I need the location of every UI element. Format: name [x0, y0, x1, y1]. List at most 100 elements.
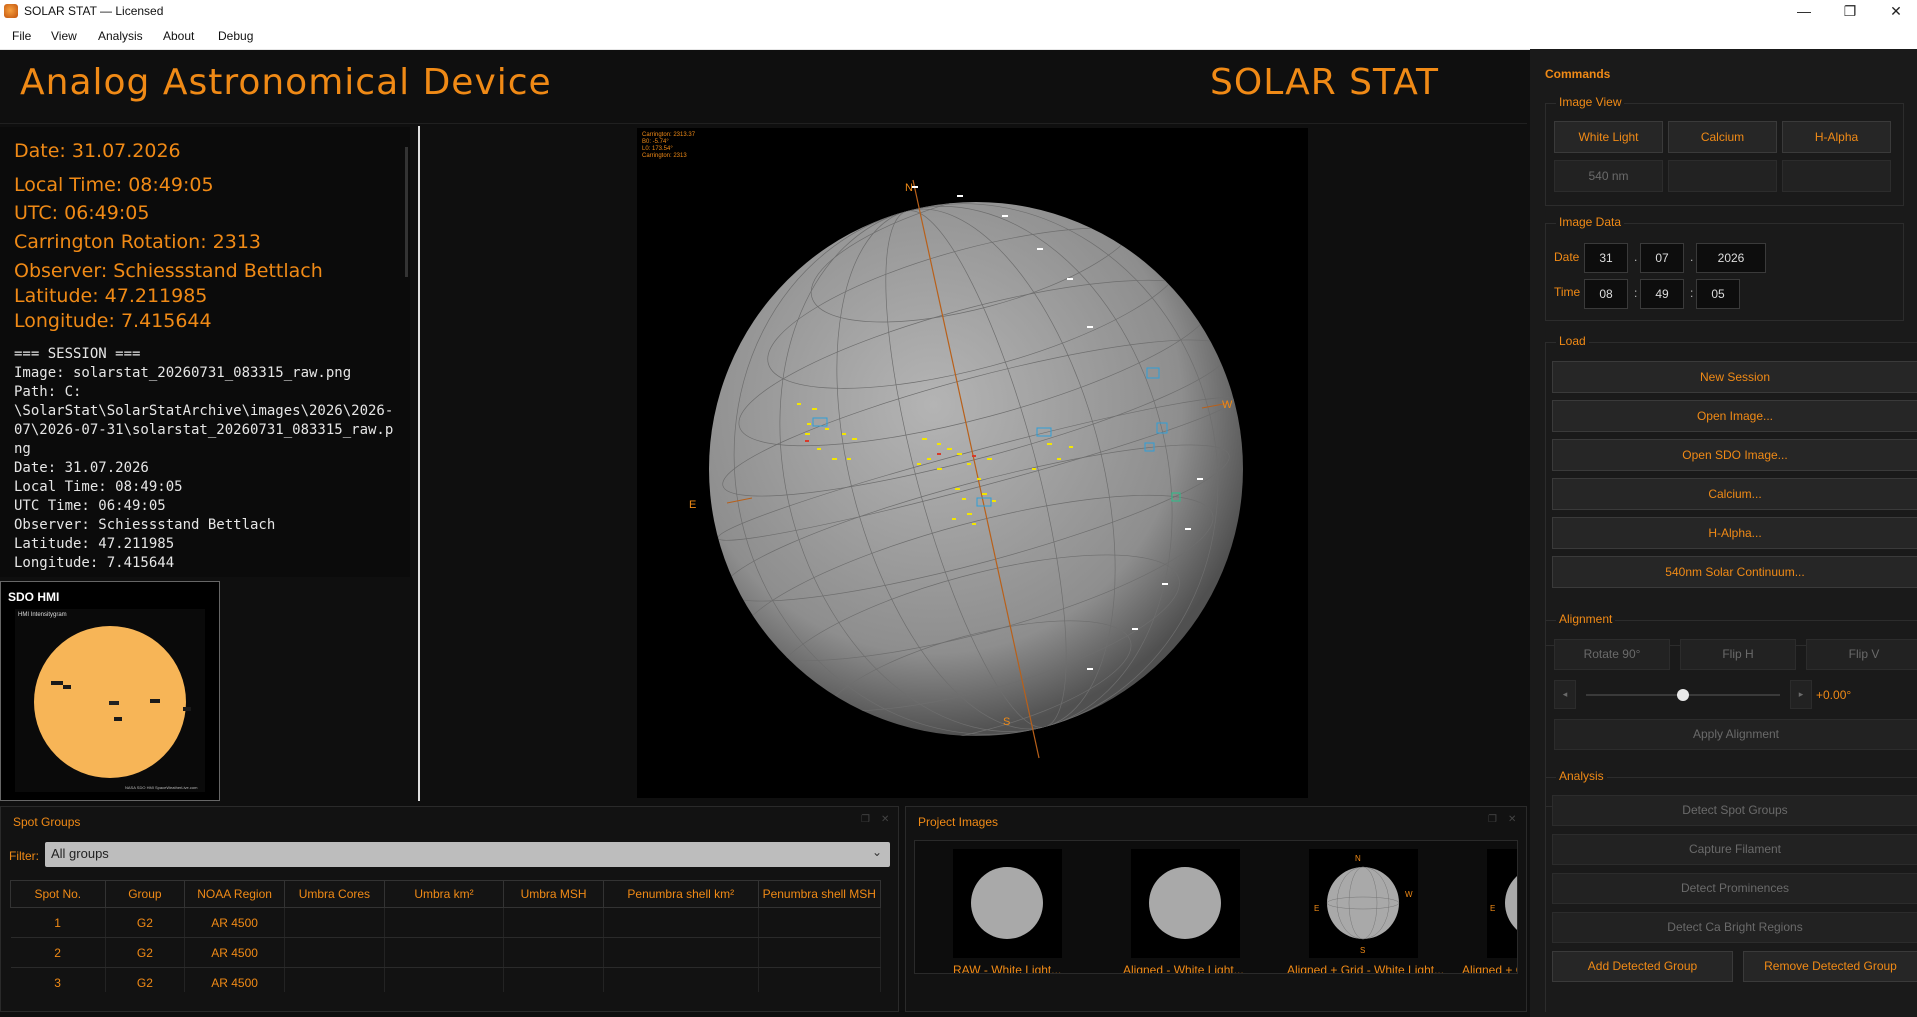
col-spot-no[interactable]: Spot No.: [10, 880, 106, 908]
calcium-view-button[interactable]: Calcium: [1668, 121, 1777, 153]
date-separator-1: .: [1634, 250, 1638, 264]
overlay-line-4: Carrington: 2313: [642, 153, 687, 159]
second-field[interactable]: 05: [1696, 279, 1740, 309]
thumb-north-label: N: [1355, 854, 1361, 863]
col-group[interactable]: Group: [104, 880, 186, 908]
540nm-view-button[interactable]: 540 nm: [1554, 160, 1663, 192]
month-field[interactable]: 07: [1640, 243, 1684, 273]
thumb-aligned-white-light[interactable]: [1131, 849, 1240, 958]
empty-view-button-1[interactable]: [1668, 160, 1777, 192]
col-penumbra-msh[interactable]: Penumbra shell MSH: [757, 880, 881, 908]
minute-field[interactable]: 49: [1640, 279, 1684, 309]
capture-filament-button[interactable]: Capture Filament: [1552, 834, 1917, 865]
session-log: === SESSION === Image: solarstat_2026073…: [14, 346, 394, 571]
cell-group: G2: [105, 967, 186, 992]
info-local-time: Local Time: 08:49:05: [14, 174, 214, 196]
sdo-panel-title: SDO HMI: [8, 590, 60, 604]
rotate-right-arrow[interactable]: ▸: [1790, 680, 1812, 709]
cell-spot-no: 1: [10, 907, 106, 938]
thumb-south-label: S: [1360, 946, 1365, 955]
col-umbra-msh[interactable]: Umbra MSH: [503, 880, 604, 908]
table-row[interactable]: 3 G2 AR 4500: [10, 967, 881, 992]
detect-ca-bright-regions-button[interactable]: Detect Ca Bright Regions: [1552, 912, 1917, 943]
col-noaa-region[interactable]: NOAA Region: [184, 880, 285, 908]
main-solar-image[interactable]: Carrington: 2313.37 B0: -5.74° L0: 173.5…: [637, 128, 1308, 798]
menu-view[interactable]: View: [51, 29, 77, 43]
dock-float-icon[interactable]: ❐: [1488, 814, 1497, 825]
thumb-raw-white-light[interactable]: [953, 849, 1062, 958]
apply-alignment-button[interactable]: Apply Alignment: [1554, 719, 1917, 750]
thumb-aligned-grid-partial[interactable]: E: [1487, 849, 1517, 958]
device-title: Analog Astronomical Device: [20, 62, 552, 103]
load-h-alpha-button[interactable]: H-Alpha...: [1552, 517, 1917, 549]
app-icon: [4, 4, 18, 18]
table-row[interactable]: 1 G2 AR 4500: [10, 907, 881, 938]
detect-spot-groups-button[interactable]: Detect Spot Groups: [1552, 795, 1917, 826]
dock-close-icon[interactable]: ✕: [881, 814, 889, 825]
overlay-line-2: B0: -5.74°: [642, 139, 669, 145]
info-observer: Observer: Schiessstand Bettlach: [14, 260, 323, 282]
filter-selected-value: All groups: [51, 846, 109, 861]
panel-divider[interactable]: [418, 126, 420, 801]
rotation-value: +0.00°: [1816, 688, 1852, 702]
empty-view-button-2[interactable]: [1782, 160, 1891, 192]
filter-label: Filter:: [9, 849, 39, 863]
date-separator-2: .: [1690, 250, 1694, 264]
year-field[interactable]: 2026: [1696, 243, 1766, 273]
menu-debug[interactable]: Debug: [218, 29, 253, 43]
menu-about[interactable]: About: [163, 29, 194, 43]
thumb-caption: Aligned + Grid - White Light...: [1287, 963, 1445, 974]
col-umbra-cores[interactable]: Umbra Cores: [284, 880, 385, 908]
menu-analysis[interactable]: Analysis: [98, 29, 143, 43]
minimize-button[interactable]: —: [1781, 0, 1827, 23]
remove-detected-group-button[interactable]: Remove Detected Group: [1743, 951, 1917, 982]
table-row[interactable]: 2 G2 AR 4500: [10, 937, 881, 968]
compass-west: W: [1222, 399, 1233, 411]
flip-h-button[interactable]: Flip H: [1680, 639, 1796, 670]
overlay-line-1: Carrington: 2313.37: [642, 132, 696, 138]
col-penumbra-km2[interactable]: Penumbra shell km²: [602, 880, 759, 908]
rotate-left-arrow[interactable]: ◂: [1554, 680, 1576, 709]
day-field[interactable]: 31: [1584, 243, 1628, 273]
spot-groups-table: Spot No. Group NOAA Region Umbra Cores U…: [10, 880, 881, 992]
app-title: SOLAR STAT: [1210, 62, 1440, 103]
menu-file[interactable]: File: [12, 29, 31, 43]
spot-groups-table-viewport: Spot No. Group NOAA Region Umbra Cores U…: [10, 880, 881, 992]
maximize-button[interactable]: ❐: [1827, 0, 1873, 23]
hour-field[interactable]: 08: [1584, 279, 1628, 309]
load-label: Load: [1556, 334, 1589, 348]
thumb-aligned-grid-white-light[interactable]: N S E W: [1309, 849, 1418, 958]
cell-penumbra-km2: [603, 967, 759, 992]
group-filter-select[interactable]: All groups ⌄: [45, 842, 890, 867]
cell-noaa-region: AR 4500: [184, 937, 285, 968]
compass-east: E: [689, 499, 696, 511]
new-session-button[interactable]: New Session: [1552, 361, 1917, 393]
close-button[interactable]: ✕: [1873, 0, 1917, 23]
image-data-label: Image Data: [1556, 215, 1625, 229]
dock-float-icon[interactable]: ❐: [861, 814, 870, 825]
rotate-90-button[interactable]: Rotate 90°: [1554, 639, 1670, 670]
sdo-hmi-panel: SDO HMI HMI Intensitygram NASA SDO HMI S…: [0, 581, 220, 801]
info-latitude: Latitude: 47.211985: [14, 285, 208, 307]
h-alpha-view-button[interactable]: H-Alpha: [1782, 121, 1891, 153]
white-light-button[interactable]: White Light: [1554, 121, 1663, 153]
title-bar: SOLAR STAT — Licensed — ❐ ✕: [0, 0, 1917, 23]
image-view-group: Image View White Light Calcium H-Alpha 5…: [1545, 95, 1904, 206]
sdo-hmi-image[interactable]: HMI Intensitygram NASA SDO HMI SpaceWeat…: [15, 609, 205, 792]
header-divider: [0, 123, 1527, 124]
cell-group: G2: [105, 937, 186, 968]
overlay-line-3: L0: 173.54°: [642, 146, 673, 152]
open-image-button[interactable]: Open Image...: [1552, 400, 1917, 432]
dock-close-icon[interactable]: ✕: [1508, 814, 1516, 825]
add-detected-group-button[interactable]: Add Detected Group: [1552, 951, 1733, 982]
flip-v-button[interactable]: Flip V: [1806, 639, 1917, 670]
info-scrollbar[interactable]: [405, 147, 408, 277]
commands-title: Commands: [1545, 67, 1611, 81]
detect-prominences-button[interactable]: Detect Prominences: [1552, 873, 1917, 904]
cell-umbra-km2: [384, 967, 505, 992]
col-umbra-km2[interactable]: Umbra km²: [383, 880, 505, 908]
load-calcium-button[interactable]: Calcium...: [1552, 478, 1917, 510]
load-540nm-button[interactable]: 540nm Solar Continuum...: [1552, 556, 1917, 588]
rotation-slider-thumb[interactable]: [1677, 689, 1689, 701]
open-sdo-image-button[interactable]: Open SDO Image...: [1552, 439, 1917, 471]
